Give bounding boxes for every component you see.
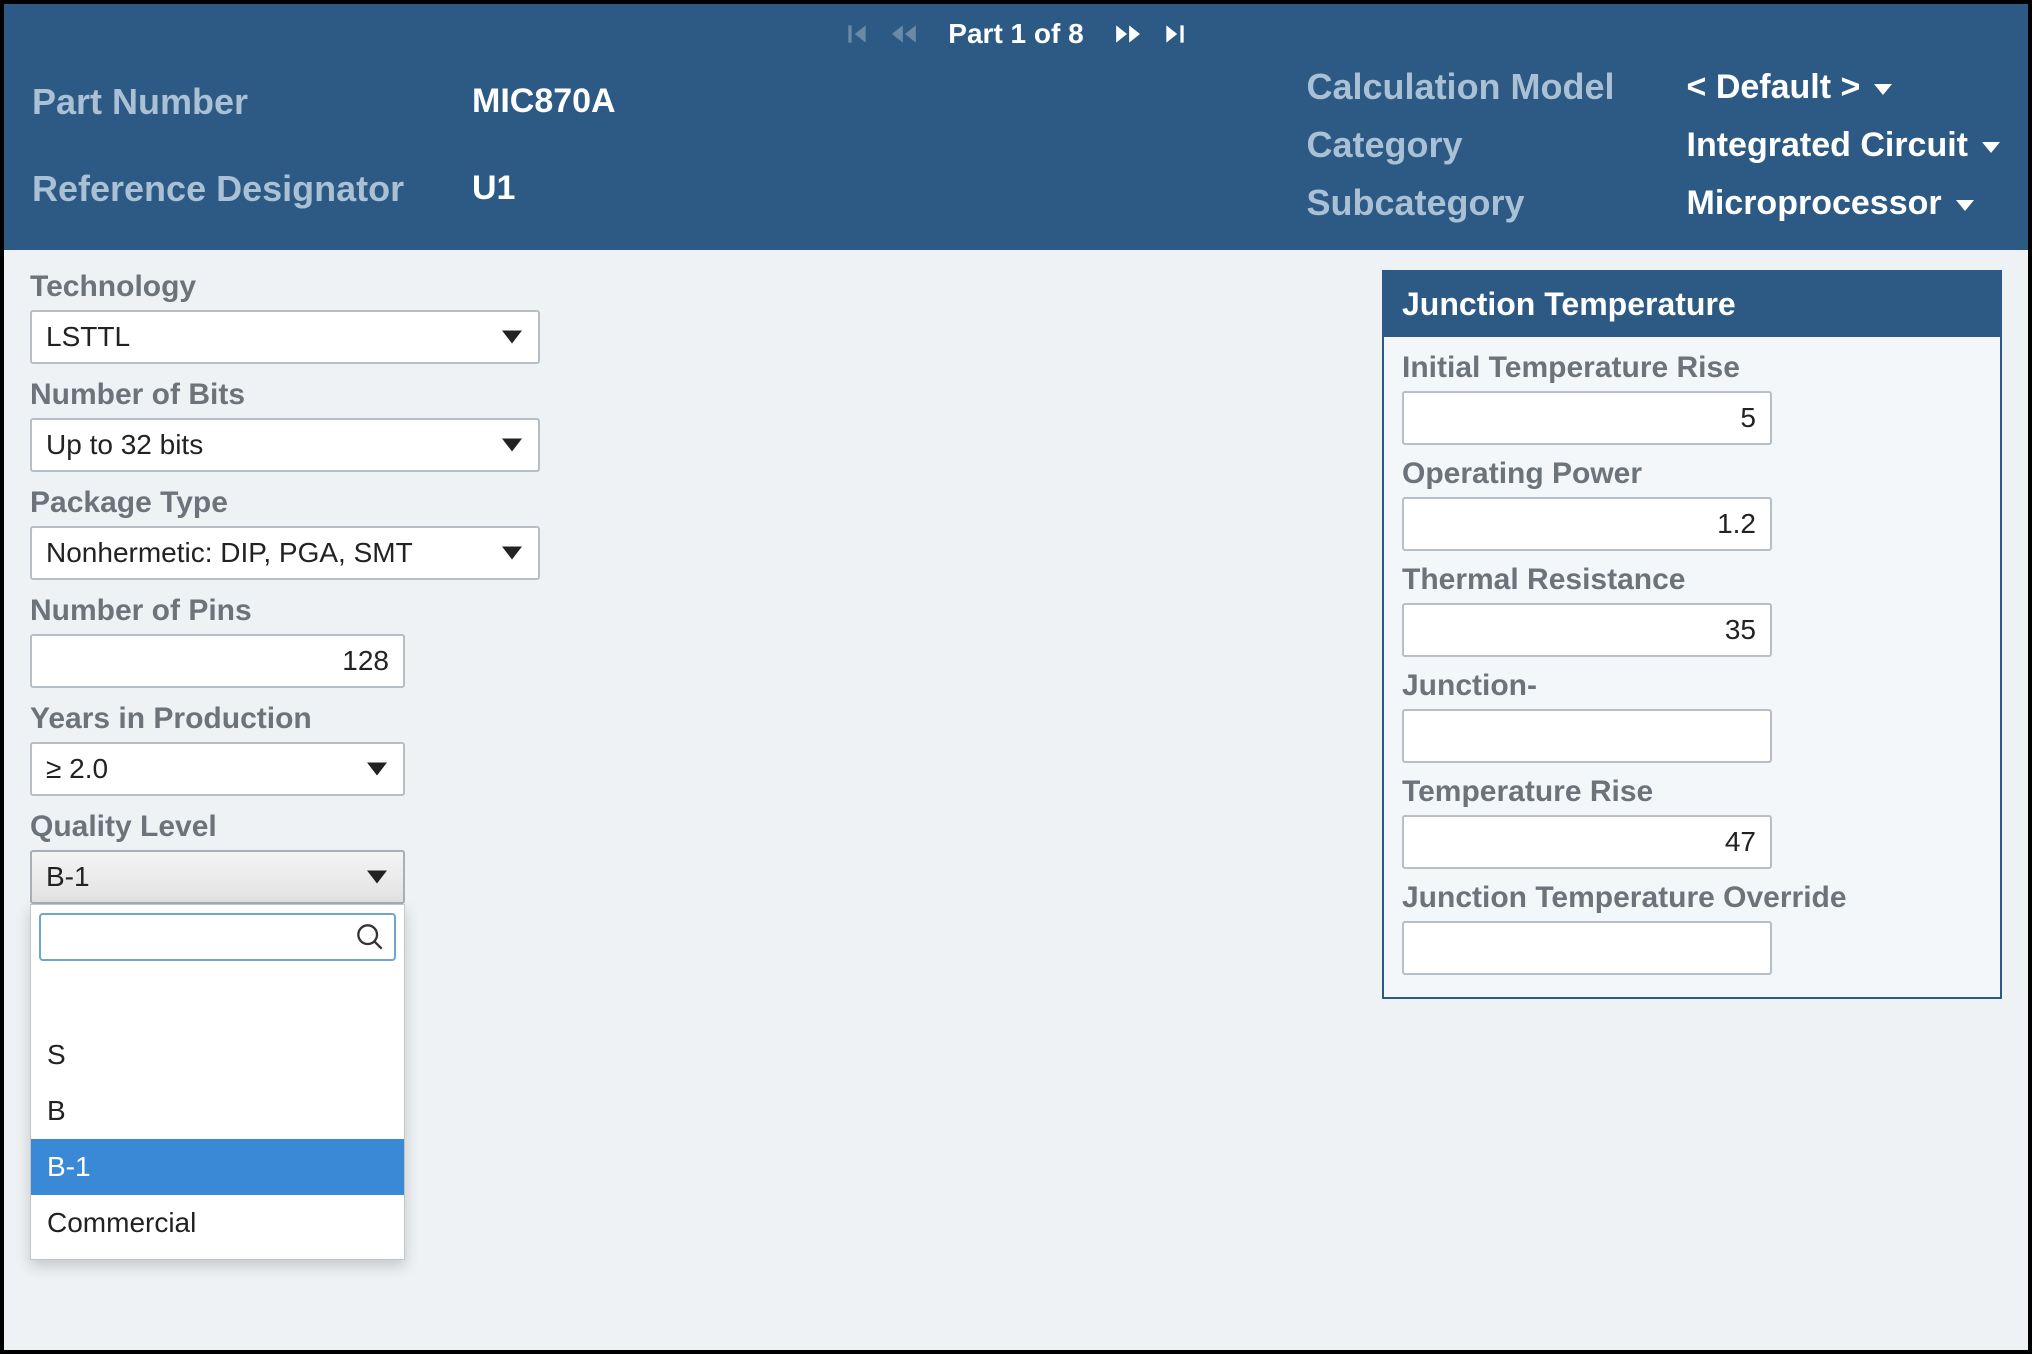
years-in-production-field: Years in Production ≥ 2.0 [30,702,570,796]
chevron-down-icon [502,439,522,452]
left-form-column: Technology LSTTL Number of Bits Up to 32… [30,270,570,1330]
chevron-down-icon [502,547,522,560]
dropdown-search-input[interactable] [39,913,396,961]
initial-temp-rise-field: Initial Temperature Rise 5 [1402,351,1982,445]
initial-temp-rise-input[interactable]: 5 [1402,391,1772,445]
operating-power-input[interactable]: 1.2 [1402,497,1772,551]
dropdown-option-b[interactable]: B [31,1083,404,1139]
next-record-icon[interactable] [1112,19,1142,49]
reference-designator-label: Reference Designator [32,168,472,210]
prev-record-icon [890,19,920,49]
package-type-label: Package Type [30,486,570,520]
operating-power-label: Operating Power [1402,457,1982,491]
dropdown-option-blank[interactable] [31,975,404,1027]
subcategory-select[interactable]: Microprocessor [1687,184,2000,223]
part-number-value: MIC870A [472,82,616,121]
operating-power-value: 1.2 [1717,508,1756,540]
quality-level-value: B-1 [46,861,90,893]
junction-override-input[interactable] [1402,921,1772,975]
junction-override-field: Junction Temperature Override [1402,881,1982,975]
quality-level-select[interactable]: B-1 [30,850,405,904]
number-of-bits-select[interactable]: Up to 32 bits [30,418,540,472]
number-of-bits-value: Up to 32 bits [46,429,203,461]
junction-temperature-title: Junction Temperature [1384,272,2000,337]
last-record-icon[interactable] [1160,19,1190,49]
record-pager: Part 1 of 8 [4,4,2028,60]
thermal-resistance-value: 35 [1725,614,1756,646]
subcategory-label: Subcategory [1307,182,1687,224]
thermal-resistance-label: Thermal Resistance [1402,563,1982,597]
calculation-model-select[interactable]: < Default > [1687,68,2000,107]
junction-field: Junction- [1402,669,1982,763]
number-of-pins-input[interactable]: 128 [30,634,405,688]
junction-label: Junction- [1402,669,1982,703]
first-record-icon [842,19,872,49]
junction-input[interactable] [1402,709,1772,763]
technology-label: Technology [30,270,570,304]
thermal-resistance-field: Thermal Resistance 35 [1402,563,1982,657]
chevron-down-icon [367,763,387,776]
number-of-bits-label: Number of Bits [30,378,570,412]
calculation-model-value: < Default > [1687,68,1861,107]
number-of-pins-value: 128 [342,645,389,677]
number-of-pins-label: Number of Pins [30,594,570,628]
chevron-down-icon [502,331,522,344]
junction-override-label: Junction Temperature Override [1402,881,1982,915]
temperature-rise-label: Temperature Rise [1402,775,1982,809]
years-in-production-value: ≥ 2.0 [46,753,108,785]
operating-power-field: Operating Power 1.2 [1402,457,1982,551]
reference-designator-value: U1 [472,169,616,208]
chevron-down-icon [1956,200,1974,211]
subcategory-value: Microprocessor [1687,184,1942,223]
chevron-down-icon [1874,84,1892,95]
temperature-rise-input[interactable]: 47 [1402,815,1772,869]
thermal-resistance-input[interactable]: 35 [1402,603,1772,657]
technology-value: LSTTL [46,321,130,353]
chevron-down-icon [367,871,387,884]
quality-level-label: Quality Level [30,810,570,844]
part-number-label: Part Number [32,81,472,123]
category-select[interactable]: Integrated Circuit [1687,126,2000,165]
quality-level-dropdown: S B B-1 Commercial [30,904,405,1260]
category-value: Integrated Circuit [1687,126,1968,165]
package-type-select[interactable]: Nonhermetic: DIP, PGA, SMT [30,526,540,580]
technology-field: Technology LSTTL [30,270,570,364]
temperature-rise-field: Temperature Rise 47 [1402,775,1982,869]
category-label: Category [1307,124,1687,166]
app-frame: Part 1 of 8 Part Number MIC870A Referenc… [0,0,2032,1354]
initial-temp-rise-label: Initial Temperature Rise [1402,351,1982,385]
form-body: Technology LSTTL Number of Bits Up to 32… [4,250,2028,1350]
junction-temperature-panel: Junction Temperature Initial Temperature… [1382,270,2002,999]
quality-level-field: Quality Level B-1 [30,810,570,904]
number-of-pins-field: Number of Pins 128 [30,594,570,688]
years-in-production-select[interactable]: ≥ 2.0 [30,742,405,796]
calculation-model-label: Calculation Model [1307,66,1687,108]
package-type-field: Package Type Nonhermetic: DIP, PGA, SMT [30,486,570,580]
header-bar: Part 1 of 8 Part Number MIC870A Referenc… [4,4,2028,250]
years-in-production-label: Years in Production [30,702,570,736]
dropdown-option-commercial[interactable]: Commercial [31,1195,404,1251]
technology-select[interactable]: LSTTL [30,310,540,364]
temperature-rise-value: 47 [1725,826,1756,858]
initial-temp-rise-value: 5 [1740,402,1756,434]
dropdown-option-b1[interactable]: B-1 [31,1139,404,1195]
chevron-down-icon [1982,142,2000,153]
dropdown-option-list: S B B-1 Commercial [31,969,404,1259]
pager-label: Part 1 of 8 [948,18,1083,50]
package-type-value: Nonhermetic: DIP, PGA, SMT [46,537,413,569]
right-panel-column: Junction Temperature Initial Temperature… [1382,270,2002,1330]
search-icon [356,923,384,951]
number-of-bits-field: Number of Bits Up to 32 bits [30,378,570,472]
dropdown-option-s[interactable]: S [31,1027,404,1083]
